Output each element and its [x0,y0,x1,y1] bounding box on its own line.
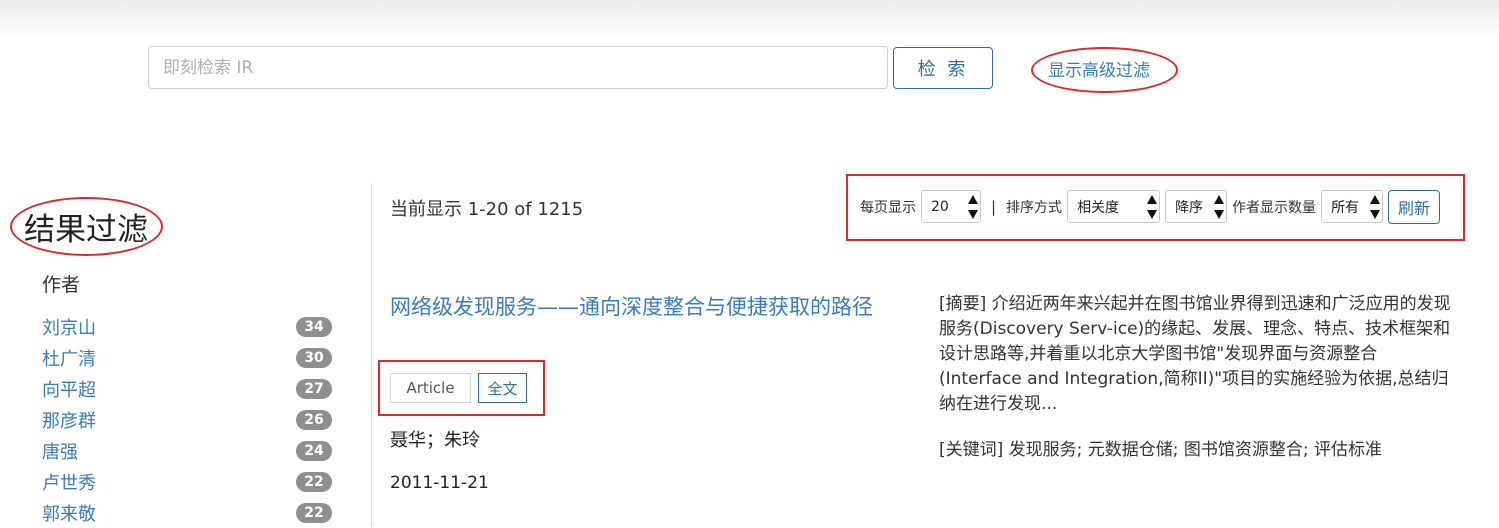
spinner-arrows-icon [967,195,978,219]
author-filter-link[interactable]: 郭来敬 [42,500,96,526]
list-item: 郭来敬 22 [42,497,334,528]
results-count: 当前显示 1-20 of 1215 [390,199,584,220]
author-count-value: 所有 [1331,199,1360,216]
per-page-label: 每页显示 [860,199,916,216]
refresh-button[interactable]: 刷新 [1388,189,1441,224]
search-input[interactable] [148,46,888,89]
type-tag: Article [390,373,471,403]
author-filter-link[interactable]: 向平超 [42,376,96,402]
result-title-link[interactable]: 网络级发现服务——通向深度整合与便捷获取的路径 [390,291,900,323]
author-count-label: 作者显示数量 [1232,199,1317,216]
order-select[interactable]: 降序 [1165,190,1228,223]
list-item: 唐强 24 [42,435,334,466]
list-item: 那彦群 26 [42,404,334,435]
count-badge: 22 [296,471,332,492]
column-divider [371,183,372,526]
count-badge: 26 [296,409,332,430]
count-badge: 27 [296,378,332,399]
count-badge: 30 [296,347,332,368]
author-facet-list: 刘京山 34 杜广清 30 向平超 27 那彦群 26 唐强 24 卢世秀 22… [42,311,334,528]
result-keywords: [关键词] 发现服务; 元数据仓储; 图书馆资源整合; 评估标准 [939,440,1383,460]
count-badge: 34 [296,316,332,337]
sort-label: 排序方式 [1006,199,1063,216]
author-filter-link[interactable]: 卢世秀 [42,469,96,495]
count-badge: 22 [296,502,332,523]
results-controls: 每页显示 20 | 排序方式 相关度 降序 作者显示数量 所有 刷新 [860,189,1441,224]
author-count-select[interactable]: 所有 [1321,190,1384,223]
search-button[interactable]: 检 索 [893,47,993,89]
author-filter-link[interactable]: 那彦群 [42,407,96,433]
spinner-arrows-icon [1213,195,1224,219]
result-authors: 聂华；朱玲 [390,430,480,451]
spinner-arrows-icon [1146,195,1157,219]
filter-title: 结果过滤 [24,212,148,248]
result-date: 2011-11-21 [390,473,489,493]
author-filter-link[interactable]: 刘京山 [42,314,96,340]
author-filter-link[interactable]: 杜广清 [42,345,96,371]
per-page-select[interactable]: 20 [921,190,981,223]
result-abstract: [摘要] 介绍近两年来兴起并在图书馆业界得到迅速和广泛应用的发现服务(Disco… [939,294,1451,414]
fulltext-button[interactable]: 全文 [478,373,527,403]
count-badge: 24 [296,440,332,461]
separator: | [991,197,997,216]
list-item: 卢世秀 22 [42,466,334,497]
list-item: 刘京山 34 [42,311,334,342]
advanced-filter-link[interactable]: 显示高级过滤 [1048,56,1150,81]
sort-value: 相关度 [1077,199,1120,216]
list-item: 杜广清 30 [42,342,334,373]
spinner-arrows-icon [1369,195,1380,219]
author-filter-link[interactable]: 唐强 [42,438,78,464]
list-item: 向平超 27 [42,373,334,404]
order-value: 降序 [1175,199,1204,216]
sort-select[interactable]: 相关度 [1067,190,1161,223]
author-facet-title: 作者 [42,274,81,296]
per-page-value: 20 [931,198,949,215]
top-band [0,0,1499,40]
